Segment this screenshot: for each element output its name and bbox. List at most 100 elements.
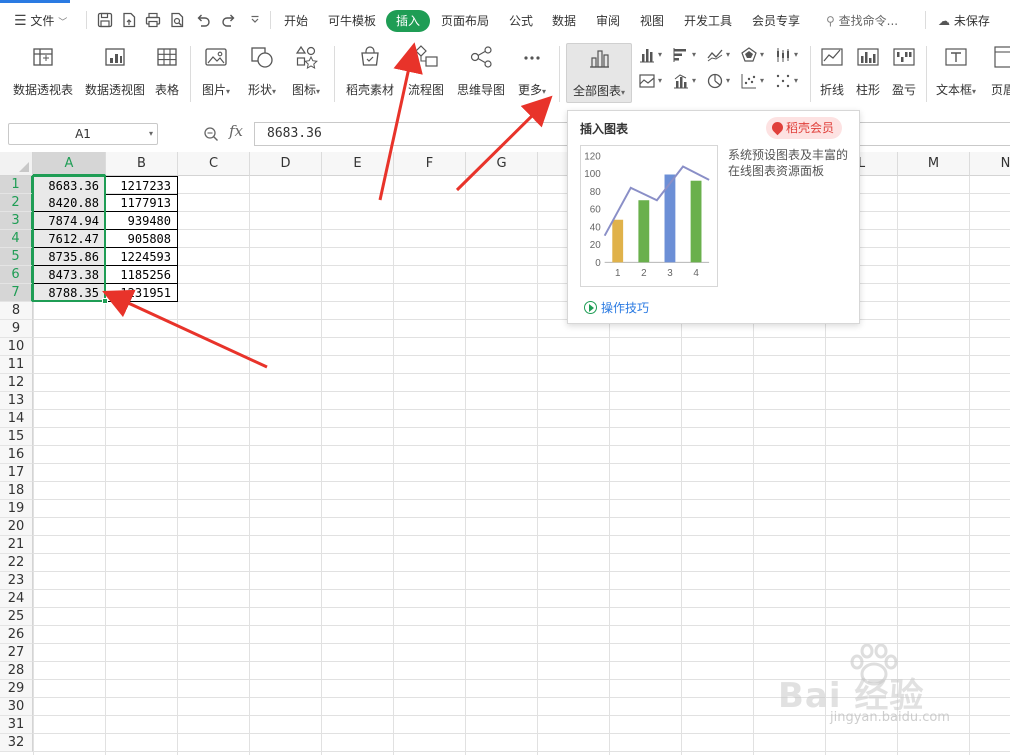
undo-icon[interactable] — [194, 11, 212, 29]
row-header[interactable]: 32 — [0, 734, 33, 752]
row-header[interactable]: 5 — [0, 248, 33, 266]
tab-page-layout[interactable]: 页面布局 — [438, 10, 492, 32]
pie-chart-dropdown[interactable]: ▾ — [704, 70, 738, 92]
row-header[interactable]: 30 — [0, 698, 33, 716]
row-header[interactable]: 16 — [0, 446, 33, 464]
tab-formulas[interactable]: 公式 — [506, 10, 536, 32]
command-search[interactable]: ⚲ 查找命令... — [826, 10, 898, 32]
save-icon[interactable] — [96, 11, 114, 29]
row-header[interactable]: 27 — [0, 644, 33, 662]
row-header[interactable]: 25 — [0, 608, 33, 626]
row-header[interactable]: 9 — [0, 320, 33, 338]
fill-handle[interactable] — [102, 298, 108, 304]
column-header-c[interactable]: C — [178, 152, 250, 176]
stock-chart-dropdown[interactable]: ▾ — [772, 44, 806, 66]
column-header-e[interactable]: E — [322, 152, 394, 176]
row-header[interactable]: 24 — [0, 590, 33, 608]
column-header-b[interactable]: B — [106, 152, 178, 176]
table-cell[interactable]: 1231951 — [106, 284, 178, 302]
table-cell[interactable]: 905808 — [106, 230, 178, 248]
scatter-chart-dropdown[interactable]: ▾ — [738, 70, 772, 92]
row-header[interactable]: 4 — [0, 230, 33, 248]
row-header[interactable]: 18 — [0, 482, 33, 500]
other-chart-dropdown[interactable]: ▾ — [772, 70, 806, 92]
column-chart-dropdown[interactable]: ▾ — [636, 44, 670, 66]
column-header-m[interactable]: M — [898, 152, 970, 176]
table-cell[interactable]: 1224593 — [106, 248, 178, 266]
combo-chart-dropdown[interactable]: ▾ — [670, 70, 704, 92]
sparkline-column-button[interactable]: 柱形 — [851, 43, 885, 103]
sparkline-winloss-button[interactable]: 盈亏 — [887, 43, 921, 103]
table-cell[interactable]: 1177913 — [106, 194, 178, 212]
row-header[interactable]: 22 — [0, 554, 33, 572]
table-cell[interactable]: 8420.88 — [33, 194, 106, 212]
row-header[interactable]: 10 — [0, 338, 33, 356]
tab-home[interactable]: 开始 — [281, 10, 311, 32]
tab-insert[interactable]: 插入 — [386, 10, 431, 32]
column-header-f[interactable]: F — [394, 152, 466, 176]
picture-button[interactable]: 图片▾ — [196, 43, 236, 103]
flowchart-button[interactable]: 流程图 — [404, 43, 448, 103]
tab-data[interactable]: 数据 — [549, 10, 579, 32]
table-cell[interactable]: 1217233 — [106, 176, 178, 195]
select-all-corner[interactable] — [0, 152, 33, 176]
row-header[interactable]: 21 — [0, 536, 33, 554]
tab-view[interactable]: 视图 — [637, 10, 667, 32]
row-header[interactable]: 7 — [0, 284, 33, 302]
icon-library-button[interactable]: 图标▾ — [286, 43, 326, 103]
file-menu[interactable]: ☰ 文件 ﹀ — [14, 10, 67, 32]
more-button[interactable]: 更多▾ — [512, 43, 552, 103]
column-header-a[interactable]: A — [33, 152, 106, 176]
column-header-n[interactable]: N — [970, 152, 1010, 176]
print-icon[interactable] — [144, 11, 162, 29]
row-header[interactable]: 13 — [0, 392, 33, 410]
row-header[interactable]: 8 — [0, 302, 33, 320]
all-charts-button[interactable]: 全部图表▾ — [566, 43, 632, 103]
tab-templates[interactable]: 可牛模板 — [325, 10, 379, 32]
print-preview-icon[interactable] — [168, 11, 186, 29]
table-button[interactable]: 表格 — [150, 43, 184, 103]
tips-link[interactable]: 操作技巧 — [584, 299, 649, 316]
customize-toolbar-icon[interactable] — [246, 11, 264, 29]
table-cell[interactable]: 8788.35 — [33, 284, 106, 302]
member-badge[interactable]: 稻壳会员 — [766, 117, 843, 139]
chevron-down-icon[interactable]: ▾ — [149, 124, 153, 144]
row-header[interactable]: 29 — [0, 680, 33, 698]
name-box[interactable]: A1 ▾ — [8, 123, 158, 145]
row-header[interactable]: 1 — [0, 176, 33, 194]
column-header-d[interactable]: D — [250, 152, 322, 176]
row-header[interactable]: 15 — [0, 428, 33, 446]
row-header[interactable]: 31 — [0, 716, 33, 734]
row-header[interactable]: 3 — [0, 212, 33, 230]
row-header[interactable]: 23 — [0, 572, 33, 590]
row-header[interactable]: 28 — [0, 662, 33, 680]
fx-icon[interactable]: fx — [229, 122, 243, 140]
area-chart-dropdown[interactable]: ▾ — [636, 70, 670, 92]
docer-material-button[interactable]: 稻壳素材 — [344, 43, 396, 103]
column-header-g[interactable]: G — [466, 152, 538, 176]
table-cell[interactable]: 8683.36 — [33, 176, 106, 195]
sparkline-line-button[interactable]: 折线 — [815, 43, 849, 103]
export-pdf-icon[interactable] — [120, 11, 138, 29]
row-header[interactable]: 12 — [0, 374, 33, 392]
bar-chart-dropdown[interactable]: ▾ — [670, 44, 704, 66]
row-header[interactable]: 2 — [0, 194, 33, 212]
table-cell[interactable]: 8735.86 — [33, 248, 106, 266]
tab-developer[interactable]: 开发工具 — [681, 10, 735, 32]
table-cell[interactable]: 7612.47 — [33, 230, 106, 248]
pivot-table-button[interactable]: 数据透视表 — [8, 43, 78, 103]
row-header[interactable]: 11 — [0, 356, 33, 374]
mindmap-button[interactable]: 思维导图 — [453, 43, 509, 103]
row-header[interactable]: 20 — [0, 518, 33, 536]
shape-button[interactable]: 形状▾ — [242, 43, 282, 103]
row-header[interactable]: 6 — [0, 266, 33, 284]
row-header[interactable]: 19 — [0, 500, 33, 518]
cloud-save-status[interactable]: ☁ 未保存 — [938, 10, 990, 32]
line-chart-dropdown[interactable]: ▾ — [704, 44, 738, 66]
radar-chart-dropdown[interactable]: ▾ — [738, 44, 772, 66]
table-cell[interactable]: 1185256 — [106, 266, 178, 284]
redo-icon[interactable] — [220, 11, 238, 29]
table-cell[interactable]: 7874.94 — [33, 212, 106, 230]
row-header[interactable]: 17 — [0, 464, 33, 482]
tab-member[interactable]: 会员专享 — [749, 10, 803, 32]
